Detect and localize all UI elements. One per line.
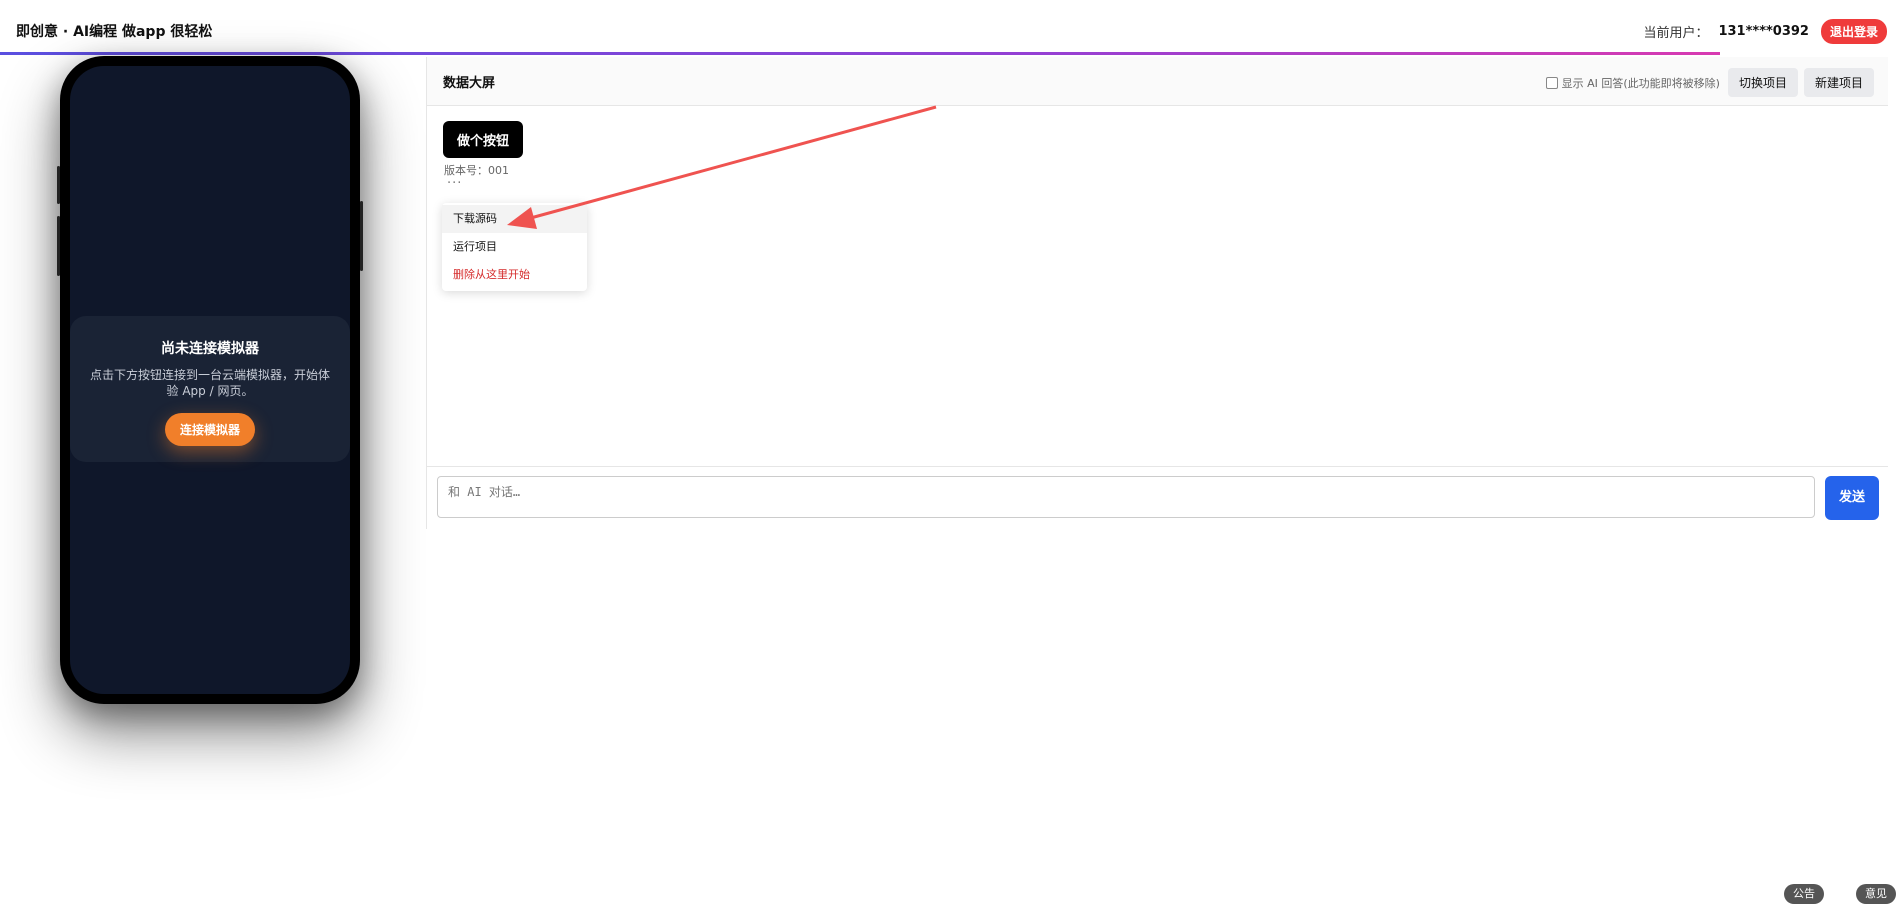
connect-simulator-button[interactable]: 连接模拟器 (164, 413, 255, 446)
send-button[interactable]: 发送 (1825, 476, 1879, 520)
simulator-not-connected-card: 尚未连接模拟器 点击下方按钮连接到一台云端模拟器，开始体验 App / 网页。 … (70, 316, 350, 462)
top-bar: 即创意 · AI编程 做app 很轻松 当前用户： 131****0392 退出… (0, 0, 1903, 54)
annotation-arrow (507, 105, 937, 229)
show-ai-answer-toggle[interactable]: 显示 AI 回答(此功能即将被移除) (1545, 75, 1720, 91)
annotation-arrow-head (507, 207, 537, 229)
new-project-button[interactable]: 新建项目 (1803, 68, 1874, 97)
phone-screen: 尚未连接模拟器 点击下方按钮连接到一台云端模拟器，开始体验 App / 网页。 … (70, 66, 350, 694)
phone-side-button (57, 166, 60, 204)
simulator-status-description: 点击下方按钮连接到一台云端模拟器，开始体验 App / 网页。 (90, 368, 331, 398)
phone-simulator-frame: 尚未连接模拟器 点击下方按钮连接到一台云端模拟器，开始体验 App / 网页。 … (57, 56, 363, 704)
panel-header: 数据大屏 显示 AI 回答(此功能即将被移除) 切换项目 新建项目 (427, 57, 1888, 106)
announcement-button[interactable]: 公告 (1784, 884, 1824, 904)
chat-input[interactable] (437, 476, 1815, 518)
feedback-button[interactable]: 意见 (1856, 884, 1896, 904)
annotation-arrow-line (526, 105, 937, 221)
show-ai-answer-checkbox[interactable] (1545, 76, 1558, 89)
current-user-phone: 131****0392 (1718, 24, 1809, 39)
simulator-status-title: 尚未连接模拟器 (161, 341, 259, 357)
phone-side-button (57, 216, 60, 276)
conversation-area: 做个按钮 版本号：001 ··· 下载源码 运行项目 删除从这里开始 (427, 105, 1888, 467)
project-panel: 数据大屏 显示 AI 回答(此功能即将被移除) 切换项目 新建项目 做个按钮 版… (426, 57, 1888, 530)
current-user-label: 当前用户： (1643, 26, 1709, 41)
panel-header-actions: 显示 AI 回答(此功能即将被移除) 切换项目 新建项目 (1545, 68, 1874, 97)
phone-side-button (360, 201, 363, 271)
app-title: 即创意 · AI编程 做app 很轻松 (16, 24, 213, 40)
switch-project-button[interactable]: 切换项目 (1727, 68, 1798, 97)
user-info: 当前用户： 131****0392 退出登录 (1643, 19, 1887, 44)
logout-button[interactable]: 退出登录 (1820, 19, 1887, 44)
project-title: 数据大屏 (443, 76, 496, 91)
header-gradient-divider (0, 52, 1720, 55)
show-ai-answer-label: 显示 AI 回答(此功能即将被移除) (1561, 76, 1720, 90)
chat-input-bar: 发送 (427, 466, 1888, 530)
